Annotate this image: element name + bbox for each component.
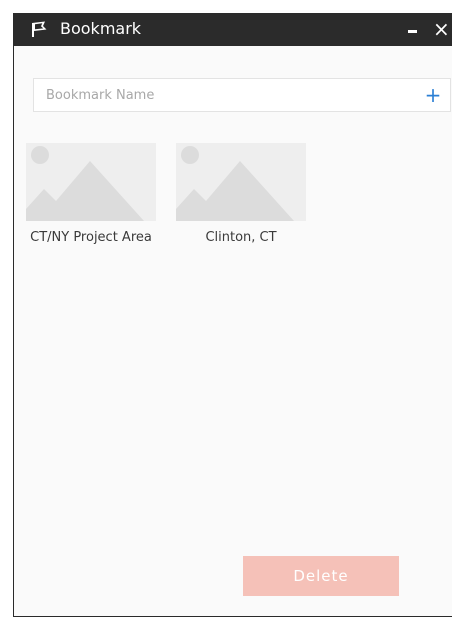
image-placeholder-icon xyxy=(26,143,156,221)
add-bookmark-icon[interactable]: + xyxy=(422,83,444,107)
image-placeholder-icon xyxy=(176,143,306,221)
title-bar[interactable]: Bookmark × xyxy=(14,13,452,46)
close-icon[interactable]: × xyxy=(433,17,452,41)
bookmark-ribbon-icon xyxy=(30,20,48,38)
bookmark-item[interactable]: CT/NY Project Area xyxy=(16,143,166,246)
bookmark-item[interactable]: Clinton, CT xyxy=(166,143,316,246)
bookmark-label: CT/NY Project Area xyxy=(30,230,152,245)
minimize-icon[interactable] xyxy=(405,19,421,39)
bookmark-name-input[interactable] xyxy=(34,79,414,111)
bookmark-name-row: + xyxy=(33,78,451,112)
bookmark-panel: Bookmark × + CT/NY Project Area Clinton,… xyxy=(13,13,452,617)
bookmark-label: Clinton, CT xyxy=(205,230,277,245)
delete-button[interactable]: Delete xyxy=(243,556,399,596)
window-title: Bookmark xyxy=(60,19,142,38)
